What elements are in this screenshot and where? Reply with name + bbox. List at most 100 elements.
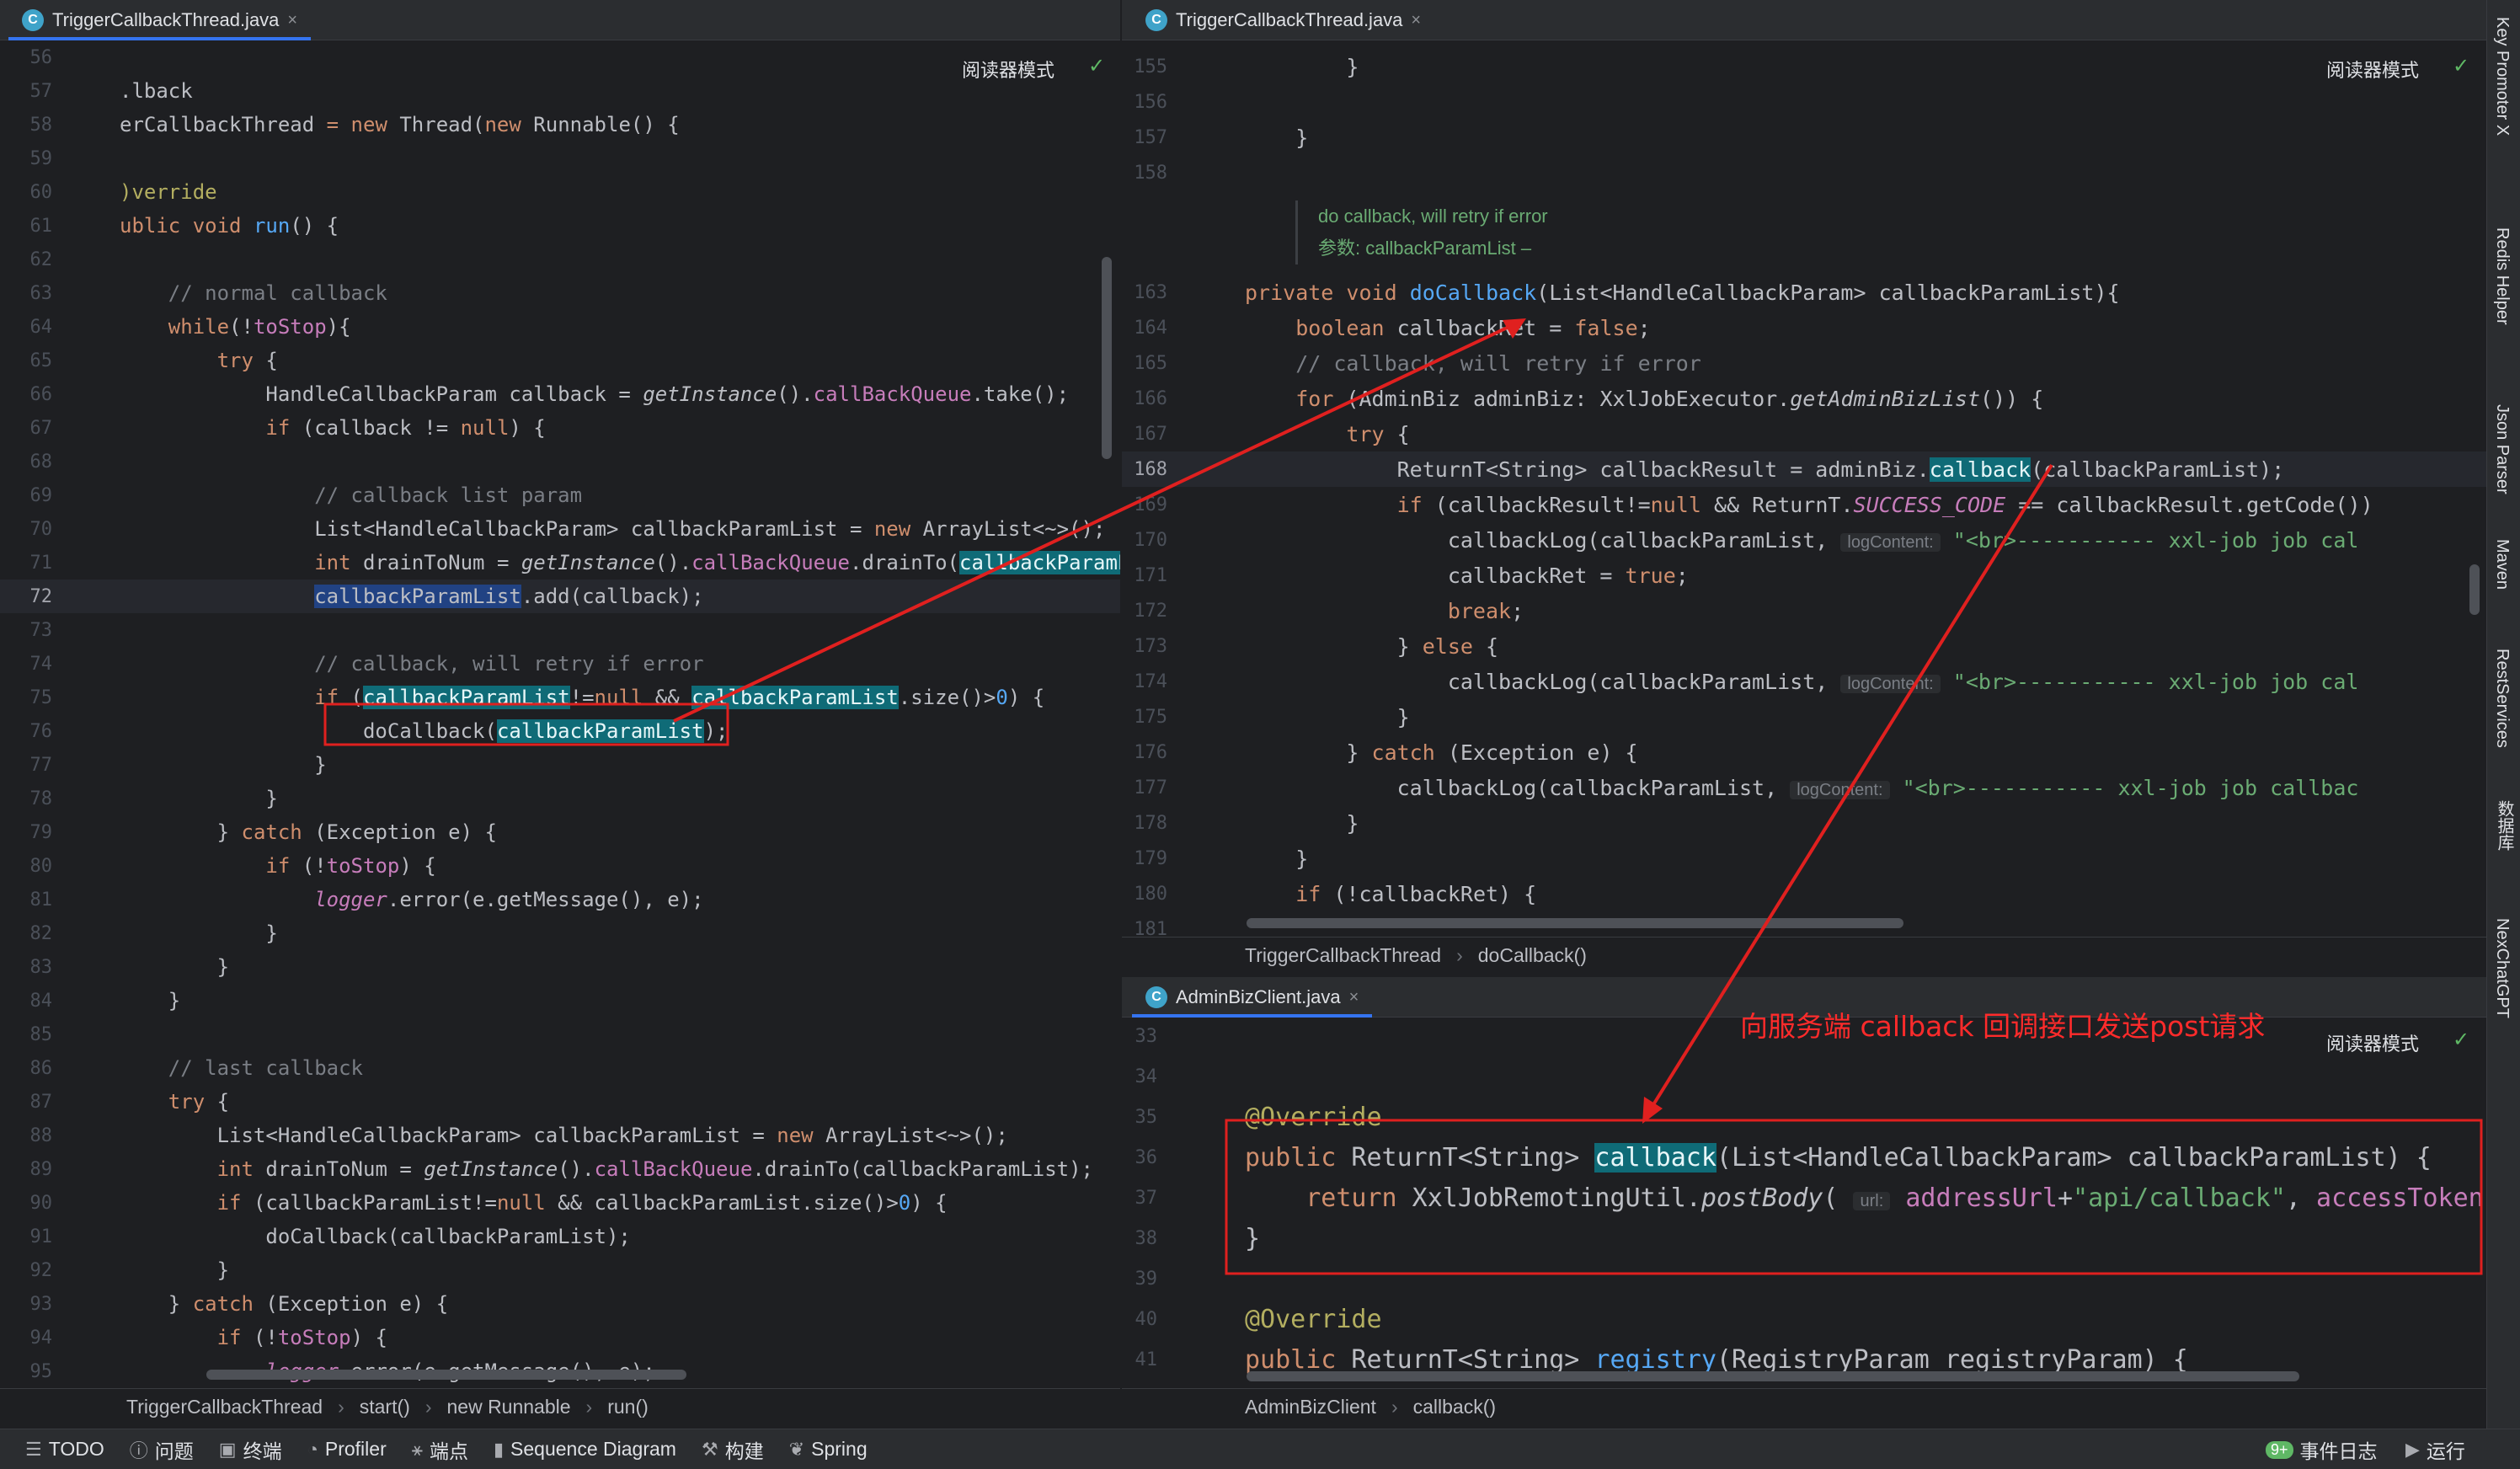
breadcrumb-item[interactable]: TriggerCallbackThread	[1245, 944, 1441, 967]
code-line[interactable]: 71 int drainToNum = getInstance().callBa…	[0, 546, 1120, 580]
code-line[interactable]: 83 }	[0, 950, 1120, 984]
tab-trigger-callback-thread-left[interactable]: C TriggerCallbackThread.java ×	[8, 0, 312, 40]
code-line[interactable]: 84 }	[0, 984, 1120, 1018]
code-line[interactable]: 175 }	[1122, 699, 2486, 734]
side-tool-3[interactable]: Maven	[2492, 539, 2512, 590]
breadcrumb-item[interactable]: start()	[360, 1396, 410, 1418]
code-line[interactable]: 178 }	[1122, 805, 2486, 841]
vertical-scrollbar[interactable]	[2469, 564, 2480, 615]
code-line[interactable]: 35 @Override	[1122, 1097, 2486, 1137]
code-line[interactable]: 70 List<HandleCallbackParam> callbackPar…	[0, 512, 1120, 546]
code-line[interactable]: 158	[1122, 155, 2486, 190]
code-line[interactable]: 88 List<HandleCallbackParam> callbackPar…	[0, 1119, 1120, 1152]
code-line[interactable]: 170 callbackLog(callbackParamList, logCo…	[1122, 522, 2486, 558]
code-line[interactable]: 62	[0, 243, 1120, 276]
side-tool-0[interactable]: Key Promoter X	[2492, 17, 2512, 136]
side-tool-1[interactable]: Redis Helper	[2492, 227, 2512, 325]
right-bottom-code-editor[interactable]: 33 34 35 @Override 36 public ReturnT<String> …	[1122, 1016, 2487, 1386]
right-top-code-editor-body[interactable]: 163 private void doCallback(List<HandleCa…	[1122, 275, 2486, 940]
code-line[interactable]: 167 try {	[1122, 416, 2486, 451]
code-line[interactable]: 56	[0, 40, 1120, 74]
horizontal-scrollbar[interactable]	[1247, 918, 1903, 928]
tool-window-sequence-diagram[interactable]: ▮ Sequence Diagram	[494, 1438, 676, 1461]
code-line[interactable]: 67 if (callback != null) {	[0, 411, 1120, 445]
code-line[interactable]: 90 if (callbackParamList!=null && callba…	[0, 1186, 1120, 1220]
breadcrumb-item[interactable]: callback()	[1413, 1396, 1496, 1418]
code-line[interactable]: 78 }	[0, 782, 1120, 815]
code-line[interactable]: 63 // normal callback	[0, 276, 1120, 310]
close-icon[interactable]: ×	[1349, 988, 1359, 1007]
code-line[interactable]: 36 public ReturnT<String> callback(List<H…	[1122, 1137, 2486, 1178]
tool-window-todo[interactable]: ☰ TODO	[25, 1438, 104, 1461]
code-line[interactable]: 176 } catch (Exception e) {	[1122, 734, 2486, 770]
code-line[interactable]: 157 }	[1122, 120, 2486, 155]
tool-window-spring[interactable]: ❦ Spring	[789, 1438, 868, 1461]
code-line[interactable]: 39	[1122, 1258, 2486, 1299]
code-line[interactable]: 86 // last callback	[0, 1051, 1120, 1085]
code-line[interactable]: 173 } else {	[1122, 628, 2486, 664]
code-line[interactable]: 171 callbackRet = true;	[1122, 558, 2486, 593]
code-line[interactable]: 34	[1122, 1056, 2486, 1097]
code-line[interactable]: 69 // callback list param	[0, 478, 1120, 512]
code-line[interactable]: 59	[0, 142, 1120, 175]
code-line[interactable]: 73	[0, 613, 1120, 647]
code-line[interactable]: 165 // callback, will retry if error	[1122, 345, 2486, 381]
code-line[interactable]: 57 .lback	[0, 74, 1120, 108]
code-line[interactable]: 77 }	[0, 748, 1120, 782]
code-line[interactable]: 92 }	[0, 1253, 1120, 1287]
event-log-button[interactable]: 9+ 事件日志	[2266, 1429, 2378, 1469]
code-line[interactable]: 93 } catch (Exception e) {	[0, 1287, 1120, 1321]
vertical-scrollbar[interactable]	[1102, 257, 1112, 459]
breadcrumb-item[interactable]: run()	[607, 1396, 649, 1418]
code-line[interactable]: 180 if (!callbackRet) {	[1122, 876, 2486, 911]
tab-admin-biz-client[interactable]: C AdminBizClient.java ×	[1132, 977, 1373, 1018]
code-line[interactable]: 76 doCallback(callbackParamList);	[0, 714, 1120, 748]
left-code-editor[interactable]: 56 57 .lback 58 erCallbackThread = new Threa…	[0, 40, 1120, 1383]
code-line[interactable]: 68	[0, 445, 1120, 478]
code-line[interactable]: 74 // callback, will retry if error	[0, 647, 1120, 681]
tool-window-终端[interactable]: ▣ 终端	[219, 1435, 282, 1464]
code-line[interactable]: 85	[0, 1018, 1120, 1051]
breadcrumb-item[interactable]: AdminBizClient	[1245, 1396, 1376, 1418]
code-line[interactable]: 75 if (callbackParamList!=null && callba…	[0, 681, 1120, 714]
code-line[interactable]: 61 ublic void run() {	[0, 209, 1120, 243]
code-line[interactable]: 40 @Override	[1122, 1299, 2486, 1339]
code-line[interactable]: 166 for (AdminBiz adminBiz: XxlJobExecut…	[1122, 381, 2486, 416]
code-line[interactable]: 89 int drainToNum = getInstance().callBa…	[0, 1152, 1120, 1186]
close-icon[interactable]: ×	[287, 11, 297, 30]
code-line[interactable]: 66 HandleCallbackParam callback = getIns…	[0, 377, 1120, 411]
code-line[interactable]: 58 erCallbackThread = new Thread(new Runn…	[0, 108, 1120, 142]
code-line[interactable]: 164 boolean callbackRet = false;	[1122, 310, 2486, 345]
horizontal-scrollbar[interactable]	[1247, 1371, 2299, 1381]
tool-window-端点[interactable]: ⚹ 端点	[412, 1435, 468, 1464]
side-tool-2[interactable]: Json Parser	[2492, 404, 2512, 494]
code-line[interactable]: 163 private void doCallback(List<HandleCa…	[1122, 275, 2486, 310]
code-line[interactable]: 172 break;	[1122, 593, 2486, 628]
code-line[interactable]: 94 if (!toStop) {	[0, 1321, 1120, 1354]
tool-window-构建[interactable]: ⚒ 构建	[702, 1435, 764, 1464]
code-line[interactable]: 81 logger.error(e.getMessage(), e);	[0, 883, 1120, 916]
code-line[interactable]: 72 callbackParamList.add(callback);	[0, 580, 1120, 613]
horizontal-scrollbar[interactable]	[206, 1370, 686, 1380]
code-line[interactable]: 65 try {	[0, 344, 1120, 377]
breadcrumb-item[interactable]: TriggerCallbackThread	[126, 1396, 323, 1418]
side-tool-4[interactable]: RestServices	[2492, 649, 2512, 748]
code-line[interactable]: 91 doCallback(callbackParamList);	[0, 1220, 1120, 1253]
run-button[interactable]: ▶ 运行	[2405, 1429, 2465, 1469]
code-line[interactable]: 80 if (!toStop) {	[0, 849, 1120, 883]
breadcrumb-item[interactable]: new Runnable	[446, 1396, 570, 1418]
breadcrumb-item[interactable]: doCallback()	[1478, 944, 1587, 967]
code-line[interactable]: 82 }	[0, 916, 1120, 950]
code-line[interactable]: 79 } catch (Exception e) {	[0, 815, 1120, 849]
code-line[interactable]: 168 ReturnT<String> callbackResult = adm…	[1122, 451, 2486, 487]
code-line[interactable]: 60)verride	[0, 175, 1120, 209]
code-line[interactable]: 174 callbackLog(callbackParamList, logCo…	[1122, 664, 2486, 699]
code-line[interactable]: 177 callbackLog(callbackParamList, logCo…	[1122, 770, 2486, 805]
right-top-code-editor[interactable]: 155 } 156 157 } 158	[1122, 49, 2486, 190]
code-line[interactable]: 64 while(!toStop){	[0, 310, 1120, 344]
tab-trigger-callback-thread-right[interactable]: C TriggerCallbackThread.java ×	[1132, 0, 1434, 40]
code-line[interactable]: 38}	[1122, 1218, 2486, 1258]
side-tool-6[interactable]: NexChatGPT	[2492, 918, 2512, 1018]
side-tool-5[interactable]: 数据库	[2492, 800, 2517, 851]
tool-window-profiler[interactable]: ◔ Profiler	[307, 1438, 387, 1461]
